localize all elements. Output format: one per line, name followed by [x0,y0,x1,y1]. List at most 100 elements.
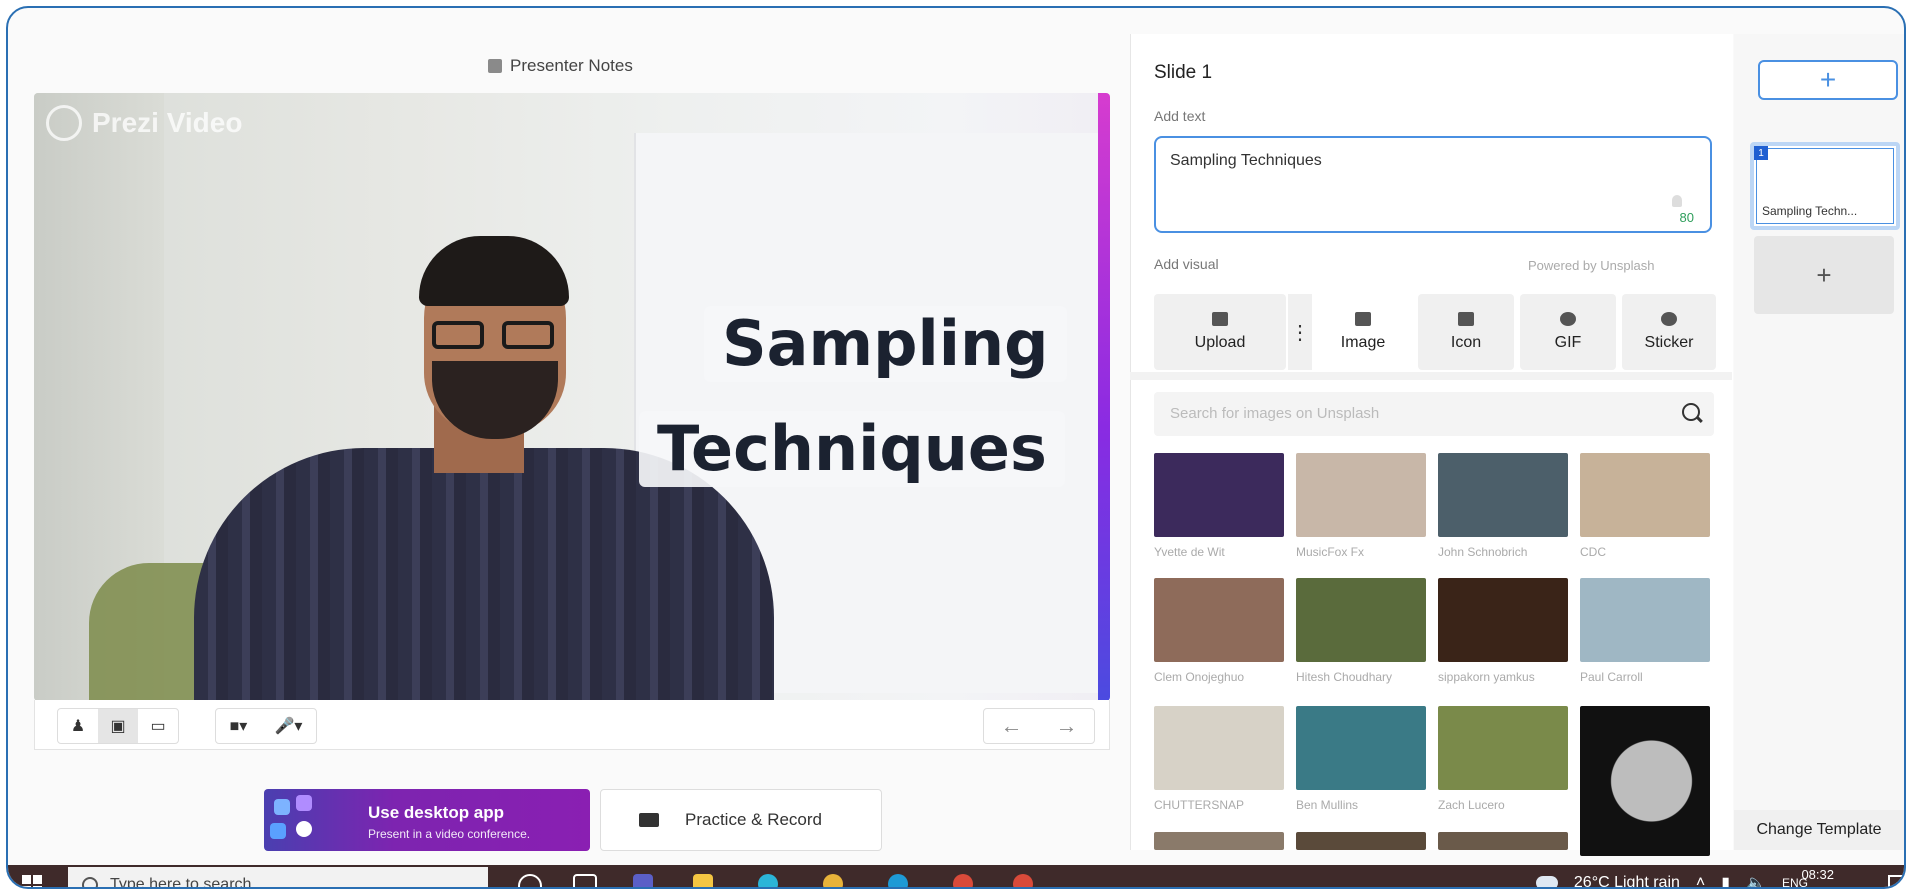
unsplash-image-thumbnail[interactable] [1438,578,1568,662]
tab-sticker[interactable]: Sticker [1622,294,1716,370]
slide-number-badge: 1 [1754,146,1768,160]
unsplash-image-thumbnail[interactable] [1296,706,1426,790]
sticker-icon [1661,312,1677,326]
add-visual-label: Add visual [1154,256,1219,272]
camera-icon: ■ [229,718,240,735]
chrome-icon[interactable] [823,874,843,887]
chrome-active-icon[interactable] [953,874,973,887]
person-only-button[interactable]: ♟ [58,709,98,743]
screen-icon: ▭ [150,718,166,735]
unsplash-image-thumbnail[interactable] [1154,578,1284,662]
slide-title-line2: Techniques [639,411,1065,488]
presenter-glasses [432,321,558,351]
next-slide-button[interactable]: → [1056,713,1078,739]
image-credit[interactable]: Hitesh Choudhary [1296,670,1392,684]
use-desktop-app-button[interactable]: Use desktop app Present in a video confe… [264,789,590,851]
camera-dropdown[interactable]: ■▾ [230,716,248,736]
image-credit[interactable]: Paul Carroll [1580,670,1643,684]
powered-by-unsplash: Powered by Unsplash [1528,258,1655,273]
image-credit[interactable]: sippakorn yamkus [1438,670,1535,684]
chrome-profile-icon[interactable] [1013,874,1033,887]
tab-image-label: Image [1340,334,1386,351]
person-screen-icon: ▣ [110,718,126,735]
practice-record-label: Practice & Record [685,810,822,829]
search-icon [82,877,98,887]
image-credit[interactable]: Yvette de Wit [1154,545,1225,559]
image-icon [1355,312,1371,326]
unsplash-search-input[interactable]: Search for images on Unsplash [1154,392,1714,436]
screen-only-button[interactable]: ▭ [138,709,178,743]
app-window: Presenter Notes Prezi Video Sampling Tec… [6,6,1906,889]
image-credit[interactable]: MusicFox Fx [1296,545,1364,559]
person-screen-button[interactable]: ▣ [98,709,138,743]
weather-text[interactable]: 26°C Light rain [1574,874,1680,887]
image-credit[interactable]: CDC [1580,545,1606,559]
network-icon[interactable]: ▮ [1721,873,1730,887]
tab-icon[interactable]: Icon [1418,294,1514,370]
unsplash-image-thumbnail[interactable] [1154,832,1284,850]
taskbar-search-input[interactable]: Type here to search [68,867,488,887]
unsplash-image-thumbnail[interactable] [1580,453,1710,537]
image-credit[interactable]: Ben Mullins [1296,798,1358,812]
lightbulb-icon[interactable] [1672,195,1682,207]
person-icon: ♟ [70,718,86,735]
media-controls: ■▾ 🎤▾ [215,708,317,744]
slide-thumbnail-1[interactable]: 1 Sampling Techn... [1750,142,1900,230]
weather-icon [1535,876,1558,887]
volume-icon[interactable]: 🔈 [1746,873,1766,887]
microphone-dropdown[interactable]: 🎤▾ [274,716,302,736]
prezi-logo-icon [46,105,82,141]
change-template-button[interactable]: Change Template [1734,810,1904,850]
unsplash-image-thumbnail[interactable] [1580,578,1710,662]
unsplash-image-thumbnail[interactable] [1580,706,1710,856]
desktop-app-icons [270,795,330,845]
cortana-ring-icon[interactable] [758,874,778,887]
windows-taskbar: Type here to search 26°C Light rain ˄ ▮ … [8,865,1904,887]
chevron-up-icon[interactable]: ˄ [1696,874,1705,887]
unsplash-image-thumbnail[interactable] [1296,453,1426,537]
image-credit[interactable]: Clem Onojeghuo [1154,670,1244,684]
presenter-notes-label: Presenter Notes [510,56,633,75]
slide-heading: Slide 1 [1154,62,1213,83]
microphone-icon: 🎤 [274,718,295,735]
teams-icon[interactable] [633,874,653,887]
image-credit[interactable]: Zach Lucero [1438,798,1505,812]
unsplash-image-thumbnail[interactable] [1438,453,1568,537]
tab-gif-label: GIF [1554,334,1582,351]
unsplash-image-thumbnail[interactable] [1296,832,1426,850]
unsplash-image-thumbnail[interactable] [1154,453,1284,537]
unsplash-image-thumbnail[interactable] [1438,706,1568,790]
search-icon[interactable] [1682,403,1700,421]
slide-text-input[interactable]: Sampling Techniques 80 [1154,136,1712,233]
upload-more-menu[interactable]: ⋮ [1288,294,1312,370]
file-explorer-icon[interactable] [693,874,713,887]
notification-center-icon[interactable] [1888,875,1904,887]
unsplash-image-thumbnail[interactable] [1296,578,1426,662]
video-control-bar: ♟ ▣ ▭ ■▾ 🎤▾ ← → [34,700,1110,750]
add-slide-button[interactable]: + [1758,60,1898,100]
flag-icon [1458,312,1474,326]
notes-icon [488,59,502,73]
tab-gif[interactable]: GIF [1520,294,1616,370]
image-credit[interactable]: CHUTTERSNAP [1154,798,1244,812]
tab-image[interactable]: Image [1314,294,1412,370]
windows-start-button[interactable] [22,875,42,887]
cortana-icon[interactable] [518,874,542,887]
unsplash-image-thumbnail[interactable] [1154,706,1284,790]
tab-icon-label: Icon [1450,334,1482,351]
tab-sticker-label: Sticker [1644,334,1694,351]
slide-title-line1: Sampling [704,306,1067,383]
unsplash-image-thumbnail[interactable] [1438,832,1568,850]
practice-record-button[interactable]: Practice & Record [600,789,882,851]
presenter-notes-button[interactable]: Presenter Notes [488,56,633,76]
plus-icon: + [1816,259,1832,290]
image-credit[interactable]: John Schnobrich [1438,545,1527,559]
visual-type-tabs: Upload ⋮ Image Icon GIF Sticker [1154,294,1716,372]
task-view-icon[interactable] [573,874,597,887]
tab-upload[interactable]: Upload [1154,294,1286,370]
new-slide-button[interactable]: + [1754,236,1894,314]
clock[interactable]: 08:32 [1801,867,1834,883]
previous-slide-button[interactable]: ← [1001,713,1023,739]
prezi-logo: Prezi Video [46,105,242,141]
edge-icon[interactable] [888,874,908,887]
